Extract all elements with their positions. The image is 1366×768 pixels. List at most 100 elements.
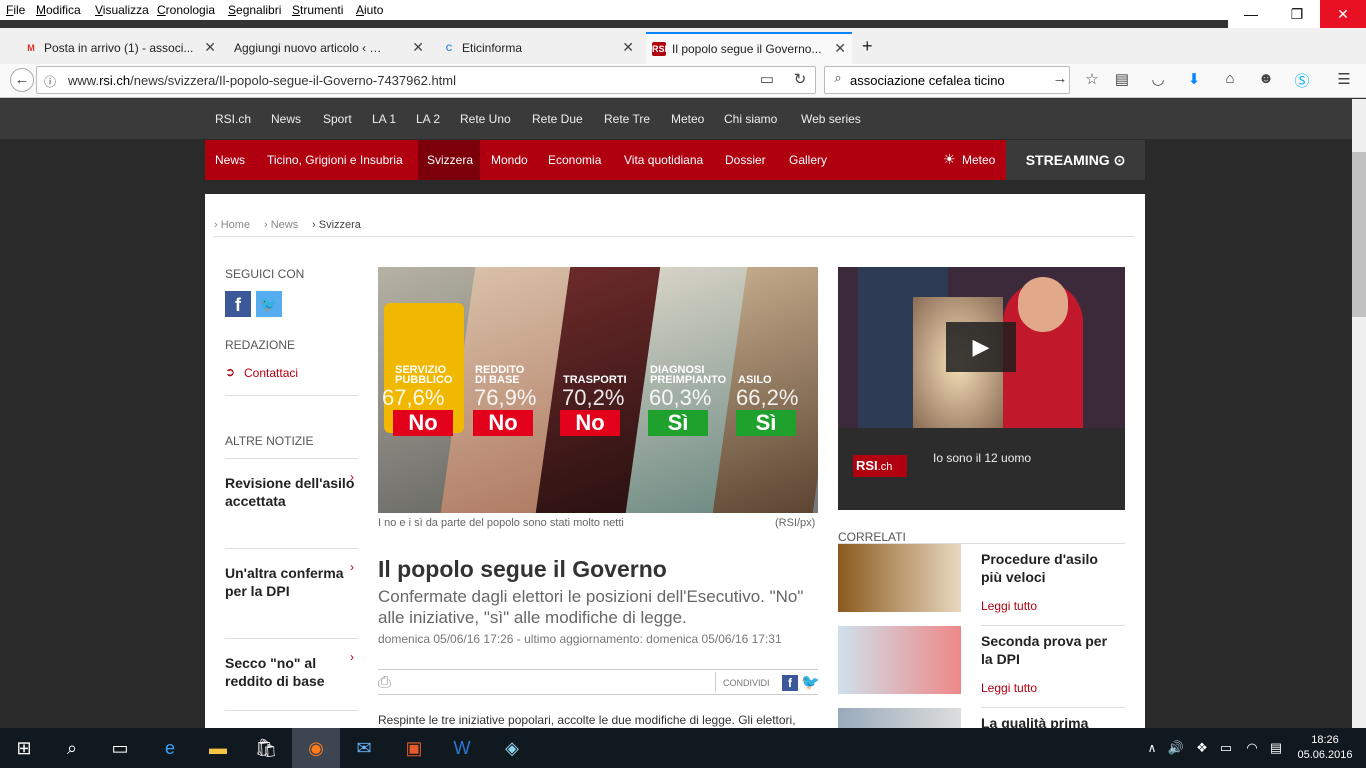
hello-icon[interactable]: ☻ [1256, 70, 1276, 87]
close-tab-icon[interactable]: ✕ [412, 39, 424, 56]
menu-aiuto[interactable]: Aiuto [356, 3, 383, 17]
section-ticino[interactable]: Ticino, Grigioni e Insubria [267, 153, 403, 167]
reader-view-icon[interactable]: ▭ [757, 70, 777, 88]
twitter-icon[interactable]: 🐦 [256, 291, 282, 317]
task-view-icon[interactable]: ▭ [96, 728, 144, 768]
file-explorer-icon[interactable]: ▬ [194, 728, 242, 768]
related-title[interactable]: Procedure d'asilo più veloci [981, 550, 1121, 586]
section-economia[interactable]: Economia [548, 153, 601, 167]
topnav-web-series[interactable]: Web series [801, 112, 861, 126]
related-image[interactable] [838, 544, 961, 612]
tab-label: Aggiungi nuovo articolo ‹ Etici... [234, 41, 384, 55]
volume-icon[interactable]: 🔊 [1164, 728, 1188, 768]
tab-eticinforma[interactable]: C Eticinforma ✕ [436, 34, 640, 62]
close-tab-icon[interactable]: ✕ [622, 39, 634, 56]
altre-notizie-item[interactable]: Revisione dell'asilo accettata [225, 474, 358, 510]
battery-icon[interactable]: ▭ [1214, 728, 1238, 768]
section-news[interactable]: News [215, 153, 245, 167]
menu-file[interactable]: File [6, 3, 25, 17]
related-read-more[interactable]: Leggi tutto [981, 681, 1037, 695]
search-text[interactable]: associazione cefalea ticino [850, 73, 1005, 88]
streaming-button[interactable]: STREAMING ⊙ [1006, 140, 1145, 180]
print-icon[interactable]: ⎙ [378, 674, 391, 692]
download-icon[interactable]: ⬇ [1184, 70, 1204, 88]
hamburger-menu-icon[interactable]: ☰ [1334, 70, 1354, 88]
breadcrumb-news[interactable]: › News [264, 219, 298, 231]
section-svizzera[interactable]: Svizzera [427, 153, 473, 167]
info-icon[interactable]: ⓘ [40, 73, 60, 90]
clock[interactable]: 18:26 05.06.2016 [1295, 733, 1355, 763]
breadcrumb-home[interactable]: › Home [214, 219, 250, 231]
dropbox-icon[interactable]: ❖ [1190, 728, 1214, 768]
share-facebook-icon[interactable]: f [782, 675, 798, 691]
section-vita-quotidiana[interactable]: Vita quotidiana [624, 153, 703, 167]
video-player[interactable]: ▶ [838, 267, 1125, 428]
wifi-icon[interactable]: ◠ [1240, 728, 1264, 768]
tab-gmail[interactable]: M Posta in arrivo (1) - associ... ✕ [18, 34, 222, 62]
related-read-more[interactable]: Leggi tutto [981, 599, 1037, 613]
related-image[interactable] [838, 708, 961, 728]
related-image[interactable] [838, 626, 961, 694]
reload-icon[interactable]: ↻ [790, 70, 810, 88]
topnav-la1[interactable]: LA 1 [372, 112, 396, 126]
store-icon[interactable]: 🛍 [242, 728, 290, 768]
firefox-icon[interactable]: ◉ [292, 728, 340, 768]
topnav-meteo[interactable]: Meteo [671, 112, 704, 126]
menu-cronologia[interactable]: Cronologia [157, 3, 215, 17]
search-icon[interactable]: ⌕ [48, 728, 96, 768]
topnav-rete-tre[interactable]: Rete Tre [604, 112, 650, 126]
skype-icon[interactable]: Ⓢ [1292, 70, 1312, 91]
topnav-news[interactable]: News [271, 112, 301, 126]
topnav-rete-due[interactable]: Rete Due [532, 112, 583, 126]
topnav-la2[interactable]: LA 2 [416, 112, 440, 126]
tab-wordpress[interactable]: Aggiungi nuovo articolo ‹ Etici... ✕ [226, 34, 430, 62]
powerpoint-icon[interactable]: ▣ [390, 728, 438, 768]
notifications-icon[interactable]: ▤ [1264, 728, 1288, 768]
menu-segnalibri[interactable]: Segnalibri [228, 3, 281, 17]
go-arrow-icon[interactable]: → [1050, 70, 1070, 87]
topnav-chi-siamo[interactable]: Chi siamo [724, 112, 777, 126]
breadcrumb-svizzera: › Svizzera [312, 219, 361, 231]
panel-vote: No [393, 410, 453, 436]
section-gallery[interactable]: Gallery [789, 153, 827, 167]
new-tab-button[interactable]: + [862, 36, 886, 64]
panel-title: REDDITO DI BASE [475, 364, 525, 386]
scrollbar-thumb[interactable] [1352, 152, 1366, 317]
altre-notizie-item[interactable]: Un'altra conferma per la DPI [225, 564, 358, 600]
word-icon[interactable]: W [438, 728, 486, 768]
edge-icon[interactable]: e [146, 728, 194, 768]
minimize-button[interactable]: — [1228, 0, 1274, 28]
bookmarks-list-icon[interactable]: ▤ [1112, 70, 1132, 88]
menu-strumenti[interactable]: Strumenti [292, 3, 343, 17]
menu-modifica[interactable]: Modifica [36, 3, 81, 17]
close-tab-icon[interactable]: ✕ [204, 39, 216, 56]
bookmark-star-icon[interactable]: ☆ [1082, 70, 1102, 88]
video-title[interactable]: Io sono il 12 uomo [933, 451, 1031, 465]
rsi-logo: RSI.ch [853, 455, 907, 477]
menu-visualizza[interactable]: Visualizza [95, 3, 149, 17]
topnav-sport[interactable]: Sport [323, 112, 352, 126]
url-text[interactable]: www.rsi.ch/news/svizzera/Il-popolo-segue… [68, 73, 456, 88]
altre-notizie-item[interactable]: Secco "no" al reddito di base [225, 654, 358, 690]
share-twitter-icon[interactable]: 🐦 [801, 673, 820, 691]
meteo-link[interactable]: Meteo [962, 153, 995, 167]
related-title[interactable]: Seconda prova per la DPI [981, 632, 1121, 668]
facebook-icon[interactable]: f [225, 291, 251, 317]
windows-start-icon[interactable]: ⊞ [0, 728, 48, 768]
back-button[interactable]: ← [10, 68, 34, 92]
close-tab-icon[interactable]: ✕ [834, 40, 846, 57]
outlook-icon[interactable]: ✉ [340, 728, 388, 768]
topnav-rete-uno[interactable]: Rete Uno [460, 112, 511, 126]
tab-rsi-active[interactable]: RSI Il popolo segue il Governo... ✕ [646, 32, 852, 64]
close-window-button[interactable]: ✕ [1320, 0, 1366, 28]
play-icon[interactable]: ▶ [946, 322, 1016, 372]
pocket-icon[interactable]: ◡ [1148, 70, 1168, 88]
section-mondo[interactable]: Mondo [491, 153, 528, 167]
chevron-up-icon[interactable]: ∧ [1140, 728, 1164, 768]
home-icon[interactable]: ⌂ [1220, 70, 1240, 87]
section-dossier[interactable]: Dossier [725, 153, 766, 167]
app-icon[interactable]: ◈ [488, 728, 536, 768]
contattaci-link[interactable]: Contattaci [244, 366, 298, 380]
restore-button[interactable]: ❐ [1274, 0, 1320, 28]
topnav-rsi[interactable]: RSI.ch [215, 112, 251, 126]
